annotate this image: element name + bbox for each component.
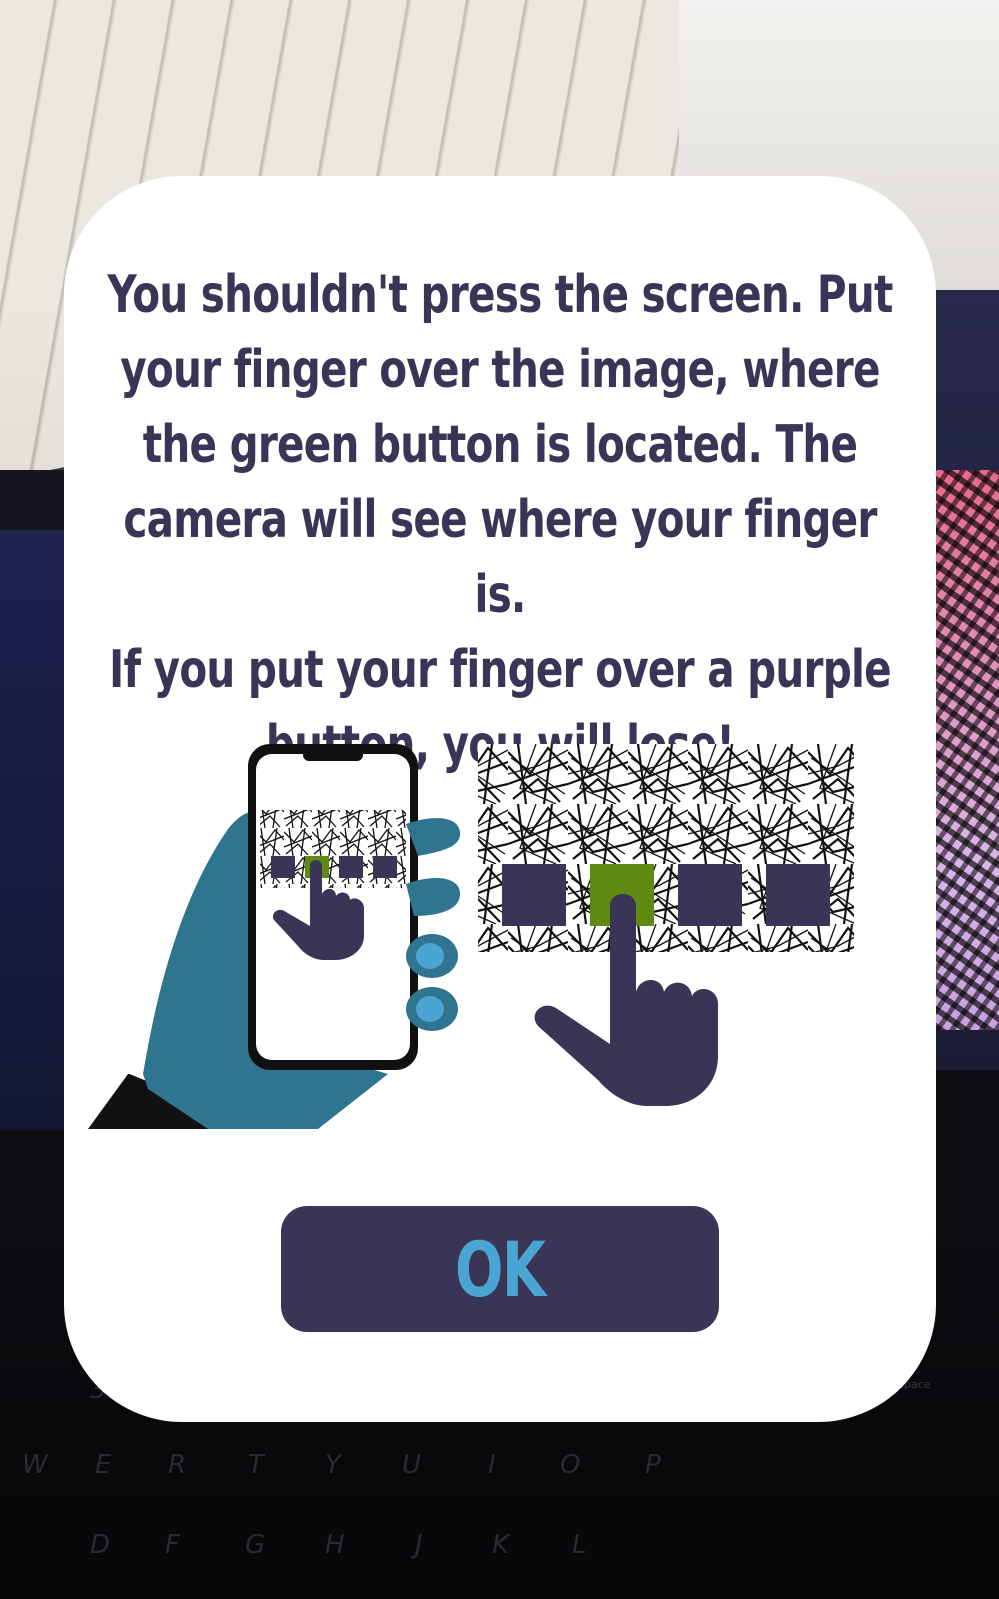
message-line: camera will see where your finger is. bbox=[123, 490, 877, 625]
key-label: E bbox=[95, 1450, 112, 1480]
key-label: K bbox=[492, 1530, 510, 1560]
key-label: U bbox=[402, 1450, 422, 1480]
key-label: D bbox=[90, 1530, 111, 1560]
ok-button-label: OK bbox=[455, 1224, 546, 1314]
message-line: your finger over the image, where bbox=[120, 340, 880, 400]
camera-target-preview bbox=[478, 744, 854, 952]
key-label: L bbox=[572, 1530, 587, 1560]
message-line: You shouldn't press the screen. Put bbox=[107, 265, 893, 325]
purple-button-icon bbox=[678, 864, 742, 926]
key-label: O bbox=[560, 1450, 581, 1480]
key-label: W bbox=[22, 1450, 48, 1480]
key-label: H bbox=[325, 1530, 345, 1560]
key-label: I bbox=[488, 1450, 496, 1480]
phone-in-hand-icon bbox=[143, 744, 461, 1129]
key-label: J bbox=[415, 1530, 423, 1560]
instructions-message: You shouldn't press the screen. Put your… bbox=[0, 258, 999, 783]
message-line: If you put your finger over a purple bbox=[109, 640, 891, 700]
message-line: the green button is located. The bbox=[142, 415, 858, 475]
key-label: F bbox=[165, 1530, 180, 1560]
key-label: R bbox=[168, 1450, 187, 1480]
instructions-dialog: You shouldn't press the screen. Put your… bbox=[64, 176, 936, 1422]
purple-button-icon bbox=[766, 864, 830, 926]
key-label: T bbox=[248, 1450, 264, 1480]
key-label: P bbox=[645, 1450, 661, 1480]
key-label: G bbox=[245, 1530, 266, 1560]
purple-button-icon bbox=[502, 864, 566, 926]
ok-button[interactable]: OK bbox=[281, 1206, 719, 1332]
key-label: Y bbox=[325, 1450, 341, 1480]
